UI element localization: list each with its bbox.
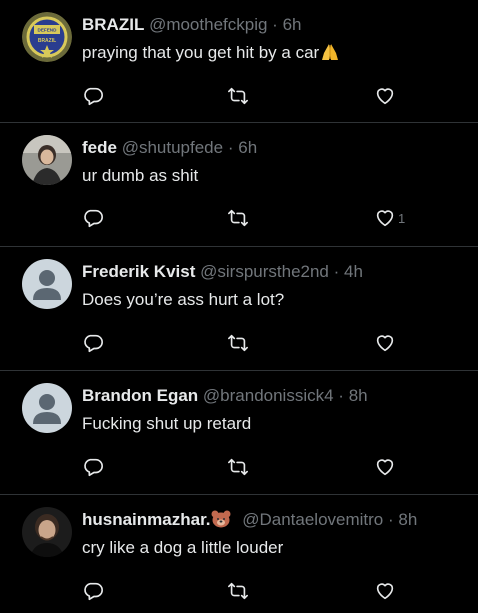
tweet[interactable]: husnainmazhar. @Dantaelovemitro · 8h cry… (0, 495, 478, 613)
tweet-actions (82, 331, 402, 355)
photo-avatar-icon (22, 135, 72, 185)
retweet-icon (228, 334, 248, 352)
reply-button[interactable] (82, 84, 104, 108)
tweet-text: cry like a dog a little louder (82, 538, 284, 557)
tweet-text: praying that you get hit by a car (82, 42, 346, 64)
retweet-icon (228, 458, 248, 476)
display-name[interactable]: BRAZIL (82, 15, 144, 34)
separator: · (333, 262, 340, 281)
reply-feed: DEFEND BRAZIL BRAZIL @moothefckpig · 6h … (0, 0, 478, 613)
reply-button[interactable] (82, 206, 104, 230)
bear-face-icon (211, 510, 231, 528)
like-button[interactable] (374, 455, 396, 479)
display-name[interactable]: Frederik Kvist (82, 262, 195, 281)
retweet-icon (228, 209, 248, 227)
avatar[interactable]: DEFEND BRAZIL (22, 12, 72, 62)
tweet[interactable]: Brandon Egan @brandonissick4 · 8h Fuckin… (0, 371, 478, 495)
separator: · (338, 386, 344, 405)
like-button[interactable] (374, 579, 396, 603)
handle[interactable]: @brandonissick4 (203, 386, 334, 405)
tweet-text: ur dumb as shit (82, 166, 199, 185)
tweet-actions (82, 455, 402, 479)
tweet-actions (82, 84, 402, 108)
default-avatar-icon (22, 259, 72, 309)
timestamp[interactable]: 6h (238, 138, 257, 157)
like-button[interactable]: 1 (374, 206, 405, 230)
reply-button[interactable] (82, 579, 104, 603)
retweet-button[interactable] (227, 84, 249, 108)
timestamp[interactable]: 6h (283, 15, 302, 34)
badge-avatar-icon: DEFEND BRAZIL (22, 12, 72, 62)
heart-icon (376, 210, 394, 227)
avatar[interactable] (22, 383, 72, 433)
tweet-text: Does you’re ass hurt a lot? (82, 290, 285, 309)
retweet-icon (228, 582, 248, 600)
avatar[interactable] (22, 259, 72, 309)
heart-icon (376, 335, 394, 352)
timestamp[interactable]: 4h (344, 262, 363, 281)
tweet-header: husnainmazhar. @Dantaelovemitro · 8h (82, 509, 417, 531)
separator: · (272, 15, 278, 34)
timestamp[interactable]: 8h (349, 386, 368, 405)
handle[interactable]: @Dantaelovemitro (242, 510, 383, 529)
photo-avatar-icon (22, 507, 72, 557)
default-avatar-icon (22, 383, 72, 433)
like-button[interactable] (374, 331, 396, 355)
like-count: 1 (398, 210, 406, 226)
tweet[interactable]: Frederik Kvist @sirspursthe2nd · 4h Does… (0, 247, 478, 371)
retweet-icon (228, 87, 248, 105)
handle[interactable]: @sirspursthe2nd (200, 262, 329, 281)
tweet[interactable]: DEFEND BRAZIL BRAZIL @moothefckpig · 6h … (0, 0, 478, 123)
display-name[interactable]: husnainmazhar. (82, 510, 210, 529)
retweet-button[interactable] (227, 455, 249, 479)
tweet-actions (82, 579, 402, 603)
reply-icon (84, 582, 103, 601)
retweet-button[interactable] (227, 206, 249, 230)
reply-icon (84, 458, 103, 477)
heart-icon (376, 459, 394, 476)
display-name[interactable]: fede (82, 138, 117, 157)
tweet[interactable]: fede @shutupfede · 6h ur dumb as shit 1 (0, 123, 478, 247)
separator: · (227, 138, 234, 157)
tweet-header: BRAZIL @moothefckpig · 6h (82, 14, 302, 36)
like-button[interactable] (374, 84, 396, 108)
svg-text:DEFEND: DEFEND (38, 28, 58, 33)
reply-button[interactable] (82, 455, 104, 479)
retweet-button[interactable] (227, 331, 249, 355)
avatar[interactable] (22, 507, 72, 557)
reply-icon (84, 87, 103, 106)
display-name[interactable]: Brandon Egan (82, 386, 198, 405)
tweet-header: Brandon Egan @brandonissick4 · 8h (82, 385, 368, 407)
tweet-header: Frederik Kvist @sirspursthe2nd · 4h (82, 261, 363, 283)
tweet-header: fede @shutupfede · 6h (82, 137, 257, 159)
avatar[interactable] (22, 135, 72, 185)
separator: · (388, 510, 394, 529)
heart-icon (376, 583, 394, 600)
heart-icon (376, 88, 394, 105)
handle[interactable]: @moothefckpig (149, 15, 267, 34)
praying-hands-icon (322, 44, 339, 60)
tweet-text: Fucking shut up retard (82, 414, 252, 433)
reply-button[interactable] (82, 331, 104, 355)
tweet-text-content: praying that you get hit by a car (82, 43, 320, 62)
tweet-actions: 1 (82, 206, 405, 230)
retweet-button[interactable] (227, 579, 249, 603)
reply-icon (84, 209, 103, 228)
timestamp[interactable]: 8h (398, 510, 417, 529)
svg-text:BRAZIL: BRAZIL (38, 38, 56, 44)
handle[interactable]: @shutupfede (122, 138, 223, 157)
reply-icon (84, 334, 103, 353)
